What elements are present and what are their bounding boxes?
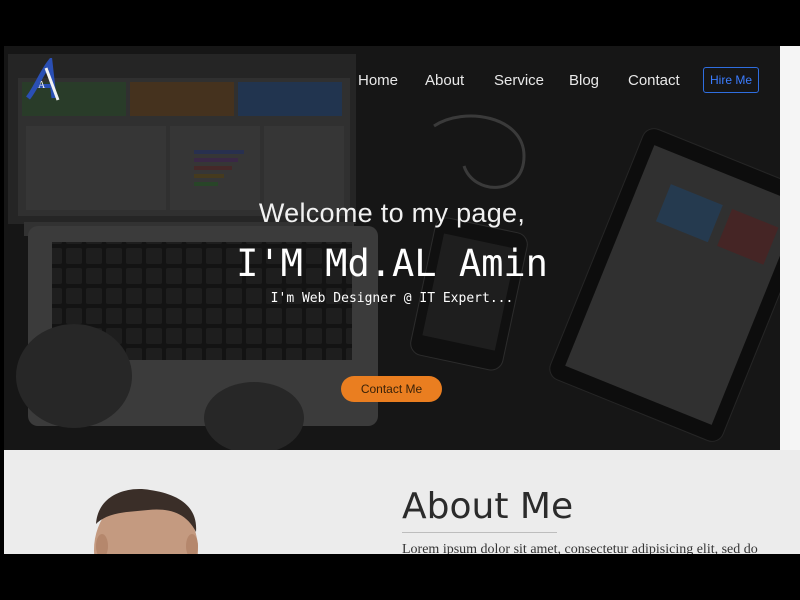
navbar: A Home About Service Blog Contact Hire M… — [4, 46, 780, 116]
profile-photo — [88, 488, 204, 554]
nav-about[interactable]: About — [425, 72, 464, 89]
nav-blog[interactable]: Blog — [569, 72, 599, 89]
site-logo[interactable]: A — [24, 55, 68, 104]
hero-welcome-text: Welcome to my page, — [258, 198, 526, 228]
page-viewport: A Home About Service Blog Contact Hire M… — [4, 46, 800, 554]
about-divider — [402, 532, 557, 533]
nav-contact[interactable]: Contact — [628, 72, 680, 89]
profile-photo-image — [94, 489, 198, 554]
hero-section: A Home About Service Blog Contact Hire M… — [4, 46, 780, 450]
nav-service[interactable]: Service — [494, 72, 544, 89]
hero-role-text: I'm Web Designer @ IT Expert... — [270, 291, 514, 306]
contact-me-button[interactable]: Contact Me — [341, 376, 442, 402]
hire-me-button[interactable]: Hire Me — [703, 67, 759, 93]
about-section: About Me Lorem ipsum dolor sit amet, con… — [4, 450, 800, 554]
logo-letter: A — [38, 80, 46, 91]
about-heading: About Me — [402, 486, 574, 527]
nav-home[interactable]: Home — [358, 72, 398, 89]
hero-name-heading: I'M Md.AL Amin — [236, 242, 548, 285]
scrollbar[interactable] — [780, 46, 800, 450]
about-paragraph: Lorem ipsum dolor sit amet, consectetur … — [402, 542, 758, 554]
logo-icon: A — [26, 55, 60, 101]
